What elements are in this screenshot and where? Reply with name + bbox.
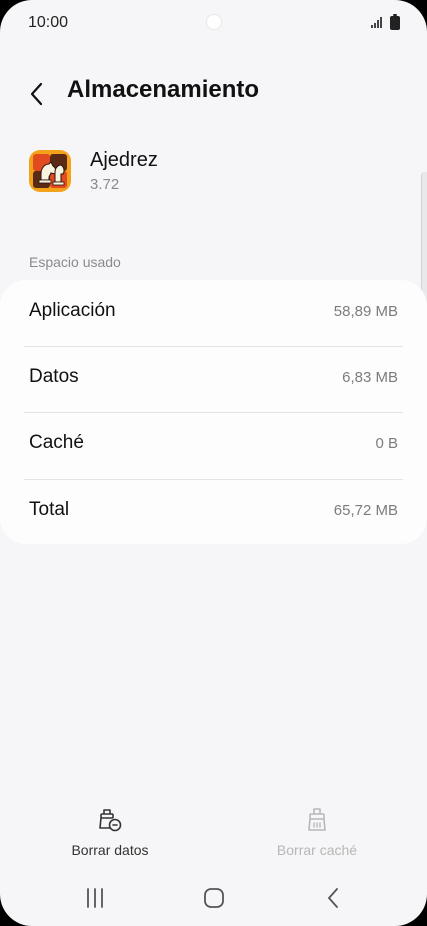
camera-cutout xyxy=(206,14,222,30)
row-label: Aplicación xyxy=(29,300,116,321)
signal-icon xyxy=(371,17,382,28)
brush-icon xyxy=(308,808,326,831)
storage-row-total: Total 65,72 MB xyxy=(0,479,427,545)
storage-row-application: Aplicación 58,89 MB xyxy=(0,280,427,346)
app-version: 3.72 xyxy=(90,176,120,193)
screen: 10:00 Almacenamiento Ajedrez 3.72 Espaci… xyxy=(0,0,427,926)
chess-app-icon xyxy=(29,150,71,192)
clear-data-button[interactable]: Borrar datos xyxy=(10,806,210,862)
page-title: Almacenamiento xyxy=(67,76,260,103)
row-value: 65,72 MB xyxy=(333,502,398,519)
navigation-bar xyxy=(0,878,427,918)
storage-card: Aplicación 58,89 MB Datos 6,83 MB Caché … xyxy=(0,280,427,544)
row-value: 0 B xyxy=(375,435,398,452)
section-label: Espacio usado xyxy=(29,254,121,270)
row-value: 58,89 MB xyxy=(333,303,398,320)
home-icon[interactable] xyxy=(202,886,226,910)
row-value: 6,83 MB xyxy=(342,369,398,386)
app-name: Ajedrez xyxy=(90,149,158,171)
back-icon[interactable] xyxy=(322,886,346,910)
status-time: 10:00 xyxy=(28,14,69,31)
recent-apps-icon[interactable] xyxy=(83,886,107,910)
row-label: Caché xyxy=(29,432,84,453)
storage-row-cache: Caché 0 B xyxy=(0,412,427,478)
brush-trash-icon xyxy=(99,809,122,832)
status-bar: 10:00 xyxy=(0,0,427,44)
battery-icon xyxy=(390,14,400,30)
row-label: Total xyxy=(29,499,70,520)
clear-cache-label: Borrar caché xyxy=(276,842,358,858)
storage-row-data: Datos 6,83 MB xyxy=(0,346,427,412)
clear-data-label: Borrar datos xyxy=(71,842,149,858)
row-label: Datos xyxy=(29,366,79,387)
clear-cache-button[interactable]: Borrar caché xyxy=(217,806,417,862)
back-button[interactable] xyxy=(24,80,52,108)
